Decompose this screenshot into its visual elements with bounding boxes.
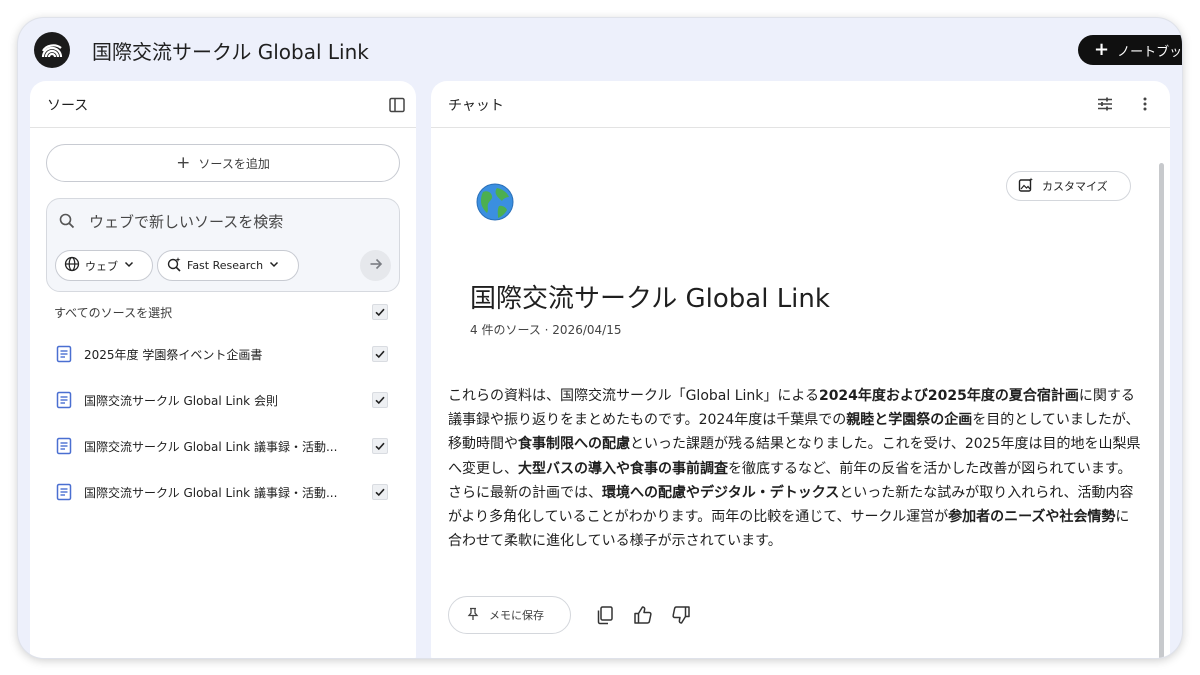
app-logo-icon[interactable] (34, 32, 70, 68)
collapse-panel-icon[interactable] (385, 93, 409, 117)
chat-panel: チャット カスタマイズ 国際交流サークル Global Link 4 件のソース… (431, 81, 1170, 658)
source-search-input[interactable] (89, 209, 379, 235)
copy-icon[interactable] (593, 603, 617, 627)
source-item-label: 国際交流サークル Global Link 会則 (84, 394, 278, 408)
sparkle-search-icon (166, 256, 182, 275)
notebook-title: 国際交流サークル Global Link (470, 284, 830, 314)
chat-settings-icon[interactable] (1093, 92, 1117, 116)
sources-panel: ソース + ソースを追加 ウェブで新しいソースを検索 ウェブ Fast Rese… (30, 81, 416, 658)
customize-button[interactable]: カスタマイズ (1006, 171, 1131, 201)
source-item[interactable]: 国際交流サークル Global Link 会則 (30, 385, 416, 415)
plus-icon: + (1094, 39, 1110, 60)
source-item-label: 国際交流サークル Global Link 議事録・活動... (84, 486, 338, 500)
source-item-label: 2025年度 学園祭イベント企画書 (84, 348, 263, 362)
pin-icon (467, 607, 479, 624)
select-all-label: すべてのソースを選択 (54, 306, 173, 320)
summary-highlight: 環境への配慮やデジタル・デトックス (602, 484, 840, 501)
select-all-checkbox[interactable] (372, 304, 388, 320)
source-checkbox[interactable] (372, 484, 388, 500)
notebook-summary: これらの資料は、国際交流サークル「Global Link」による2024年度およ… (448, 384, 1142, 553)
add-source-button[interactable]: + ソースを追加 (46, 144, 400, 182)
source-item-label: 国際交流サークル Global Link 議事録・活動... (84, 440, 338, 454)
more-options-icon[interactable] (1133, 92, 1157, 116)
web-chip-label: ウェブ (85, 259, 118, 273)
summary-highlight: 親睦と学園祭の企画 (846, 412, 973, 429)
select-all-row[interactable]: すべてのソースを選択 (30, 299, 416, 325)
summary-highlight: 食事制限への配慮 (518, 436, 630, 453)
new-notebook-button[interactable]: + ノートブッ (1078, 35, 1182, 65)
new-notebook-label: ノートブッ (1117, 44, 1182, 60)
save-to-note-button[interactable]: メモに保存 (448, 596, 571, 634)
research-chip-label: Fast Research (187, 259, 264, 272)
customize-label: カスタマイズ (1042, 180, 1108, 193)
summary-highlight: 2024年度および2025年度の夏合宿計画 (818, 388, 1079, 404)
arrow-right-icon (368, 256, 384, 276)
globe-emoji-icon (475, 182, 515, 222)
web-source-dropdown[interactable]: ウェブ (55, 250, 153, 281)
thumbs-up-icon[interactable] (631, 603, 655, 627)
chat-scrollbar[interactable] (1159, 163, 1164, 658)
source-item[interactable]: 国際交流サークル Global Link 議事録・活動... (30, 431, 416, 461)
plus-icon: + (176, 152, 191, 173)
chevron-down-icon (123, 258, 135, 273)
search-submit-button[interactable] (360, 250, 391, 281)
save-note-label: メモに保存 (489, 609, 544, 622)
add-source-label: ソースを追加 (198, 156, 270, 171)
source-checkbox[interactable] (372, 392, 388, 408)
research-mode-dropdown[interactable]: Fast Research (157, 250, 299, 281)
app-window: 国際交流サークル Global Link + ノートブッ ソース + ソースを追… (18, 18, 1182, 658)
chat-panel-title: チャット (448, 98, 504, 114)
source-search-box: ウェブ Fast Research (46, 198, 400, 292)
chevron-down-icon (268, 258, 280, 273)
sources-panel-title: ソース (47, 98, 89, 114)
globe-icon (64, 256, 80, 275)
document-icon (56, 345, 72, 367)
sources-panel-header: ソース (30, 81, 416, 128)
source-item[interactable]: 国際交流サークル Global Link 議事録・活動... (30, 477, 416, 507)
chat-panel-header: チャット (431, 81, 1170, 128)
summary-highlight: 大型バスの導入や食事の事前調査 (518, 460, 728, 477)
notebook-header-title[interactable]: 国際交流サークル Global Link (92, 36, 369, 65)
summary-text: これらの資料は、国際交流サークル「Global Link」による (448, 388, 819, 404)
source-checkbox[interactable] (372, 346, 388, 362)
document-icon (56, 483, 72, 505)
source-item[interactable]: 2025年度 学園祭イベント企画書 (30, 339, 416, 369)
document-icon (56, 391, 72, 413)
summary-highlight: 参加者のニーズや社会情勢 (948, 509, 1116, 526)
document-icon (56, 437, 72, 459)
thumbs-down-icon[interactable] (669, 603, 693, 627)
source-checkbox[interactable] (372, 438, 388, 454)
search-icon (58, 212, 76, 234)
source-count-meta: 4 件のソース · 2026/04/15 (470, 323, 622, 337)
image-sparkle-icon (1018, 177, 1034, 196)
